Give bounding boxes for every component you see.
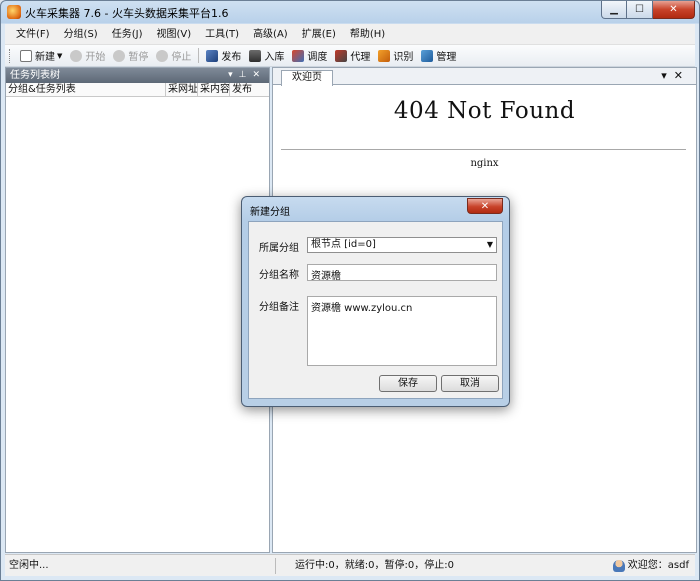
menu-bar: 文件(F) 分组(S) 任务(J) 视图(V) 工具(T) 高级(A) 扩展(E… bbox=[5, 24, 695, 45]
toolbar-grip[interactable] bbox=[9, 48, 12, 63]
maximize-button[interactable]: ☐ bbox=[627, 1, 653, 19]
new-button[interactable]: 新建 ▼ bbox=[16, 46, 66, 66]
welcome-user: 欢迎您：asdf bbox=[627, 560, 689, 571]
app-window: 火车采集器 7.6 - 火车头数据采集平台1.6 ▁ ☐ ✕ 文件(F) 分组(… bbox=[0, 0, 700, 581]
manage-label: 管理 bbox=[436, 52, 457, 63]
dialog-title: 新建分组 bbox=[250, 207, 290, 218]
tab-welcome[interactable]: 欢迎页 bbox=[281, 70, 333, 86]
import-label: 入库 bbox=[264, 52, 285, 63]
task-tree-title: 任务列表树 bbox=[10, 70, 60, 81]
status-user: 欢迎您：asdf bbox=[612, 555, 689, 577]
status-idle: 空闲中... bbox=[9, 560, 49, 571]
schedule-label: 调度 bbox=[307, 52, 328, 63]
menu-view[interactable]: 视图(V) bbox=[149, 24, 198, 45]
pause-button[interactable]: 暂停 bbox=[109, 46, 152, 66]
proxy-button[interactable]: 代理 bbox=[331, 46, 374, 66]
pane-controls: ▾⊥✕ bbox=[228, 68, 266, 83]
tab-close-icon[interactable]: ✕ bbox=[674, 69, 690, 82]
stop-label: 停止 bbox=[171, 52, 192, 63]
manage-button[interactable]: 管理 bbox=[417, 46, 460, 66]
close-icon: ✕ bbox=[669, 4, 678, 15]
cancel-button[interactable]: 取消 bbox=[441, 375, 499, 392]
publish-button[interactable]: 发布 bbox=[202, 46, 245, 66]
tab-controls: ▾✕ bbox=[661, 69, 690, 82]
column-header-tasks[interactable]: 分组&任务列表 bbox=[6, 83, 166, 96]
page-title: 404 Not Found bbox=[393, 98, 576, 124]
divider bbox=[281, 149, 686, 150]
schedule-button[interactable]: 调度 bbox=[288, 46, 331, 66]
column-header-collect-content[interactable]: 采内容 bbox=[198, 83, 230, 96]
column-header-publish[interactable]: 发布 bbox=[230, 83, 268, 96]
dialog-close-button[interactable]: ✕ bbox=[467, 198, 503, 214]
proxy-label: 代理 bbox=[350, 52, 371, 63]
app-logo-icon bbox=[7, 5, 21, 19]
group-name-label: 分组名称 bbox=[259, 270, 299, 281]
maximize-icon: ☐ bbox=[635, 4, 644, 15]
chevron-down-icon[interactable]: ▼ bbox=[487, 238, 493, 252]
schedule-icon bbox=[292, 49, 305, 62]
pause-label: 暂停 bbox=[128, 52, 149, 63]
recognize-label: 识别 bbox=[393, 52, 414, 63]
toolbar-separator bbox=[198, 48, 200, 63]
menu-extend[interactable]: 扩展(E) bbox=[295, 24, 343, 45]
stop-icon bbox=[156, 49, 169, 62]
menu-task[interactable]: 任务(J) bbox=[105, 24, 150, 45]
close-button[interactable]: ✕ bbox=[653, 1, 695, 19]
menu-tools[interactable]: 工具(T) bbox=[198, 24, 246, 45]
group-note-label: 分组备注 bbox=[259, 302, 299, 313]
window-title: 火车采集器 7.6 - 火车头数据采集平台1.6 bbox=[25, 7, 229, 20]
status-bar: 空闲中... 运行中:0，就绪:0，暂停:0，停止:0 欢迎您：asdf bbox=[5, 554, 695, 576]
user-icon bbox=[612, 560, 625, 572]
parent-group-value: 根节点 [id=0] bbox=[311, 239, 376, 250]
close-icon: ✕ bbox=[480, 200, 490, 212]
menu-file[interactable]: 文件(F) bbox=[9, 24, 57, 45]
proxy-icon bbox=[335, 49, 348, 62]
server-name: nginx bbox=[470, 158, 499, 169]
column-header-collect-url[interactable]: 采网址 bbox=[166, 83, 198, 96]
captcha-icon bbox=[378, 49, 391, 62]
start-button[interactable]: 开始 bbox=[66, 46, 109, 66]
title-bar: 火车采集器 7.6 - 火车头数据采集平台1.6 ▁ ☐ ✕ bbox=[1, 1, 699, 23]
tab-strip: 欢迎页 ▾✕ bbox=[273, 68, 696, 86]
play-icon bbox=[70, 49, 83, 62]
publish-label: 发布 bbox=[221, 52, 242, 63]
pane-close-icon[interactable]: ✕ bbox=[252, 70, 266, 80]
menu-help[interactable]: 帮助(H) bbox=[343, 24, 392, 45]
menu-group[interactable]: 分组(S) bbox=[57, 24, 105, 45]
status-divider bbox=[275, 558, 276, 574]
import-button[interactable]: 入库 bbox=[245, 46, 288, 66]
recognize-button[interactable]: 识别 bbox=[374, 46, 417, 66]
database-icon bbox=[249, 49, 262, 62]
new-group-dialog: 新建分组 ✕ 所属分组 根节点 [id=0] ▼ 分组名称 资源檐 分组备注 资… bbox=[241, 196, 510, 407]
dialog-body: 所属分组 根节点 [id=0] ▼ 分组名称 资源檐 分组备注 资源檐 www.… bbox=[248, 221, 503, 399]
chevron-down-icon[interactable]: ▼ bbox=[57, 52, 62, 60]
group-note-textarea[interactable]: 资源檐 www.zylou.cn bbox=[307, 296, 497, 366]
stop-button[interactable]: 停止 bbox=[152, 46, 195, 66]
new-document-icon bbox=[20, 49, 32, 62]
task-tree-columns: 分组&任务列表 采网址 采内容 发布 bbox=[6, 83, 269, 97]
satellite-icon bbox=[206, 49, 219, 62]
tab-list-icon[interactable]: ▾ bbox=[661, 69, 674, 82]
pane-menu-icon[interactable]: ▾ bbox=[228, 70, 239, 80]
new-label: 新建 bbox=[35, 52, 55, 63]
pause-icon bbox=[113, 49, 126, 62]
start-label: 开始 bbox=[85, 52, 106, 63]
task-tree-header: 任务列表树 ▾⊥✕ bbox=[6, 68, 269, 83]
manage-icon bbox=[421, 49, 434, 62]
pin-icon[interactable]: ⊥ bbox=[239, 70, 253, 80]
minimize-icon: ▁ bbox=[610, 4, 618, 15]
status-counts: 运行中:0，就绪:0，暂停:0，停止:0 bbox=[295, 560, 454, 571]
minimize-button[interactable]: ▁ bbox=[601, 1, 627, 19]
task-tree-pane: 任务列表树 ▾⊥✕ 分组&任务列表 采网址 采内容 发布 bbox=[5, 67, 270, 553]
save-button[interactable]: 保存 bbox=[379, 375, 437, 392]
toolbar: 新建 ▼ 开始 暂停 停止 发布 入库 调度 代理 识别 管理 bbox=[5, 45, 695, 67]
menu-advanced[interactable]: 高级(A) bbox=[246, 24, 295, 45]
parent-group-select[interactable]: 根节点 [id=0] ▼ bbox=[307, 237, 497, 253]
window-controls: ▁ ☐ ✕ bbox=[601, 1, 695, 19]
group-name-input[interactable]: 资源檐 bbox=[307, 264, 497, 282]
parent-group-label: 所属分组 bbox=[259, 243, 299, 254]
